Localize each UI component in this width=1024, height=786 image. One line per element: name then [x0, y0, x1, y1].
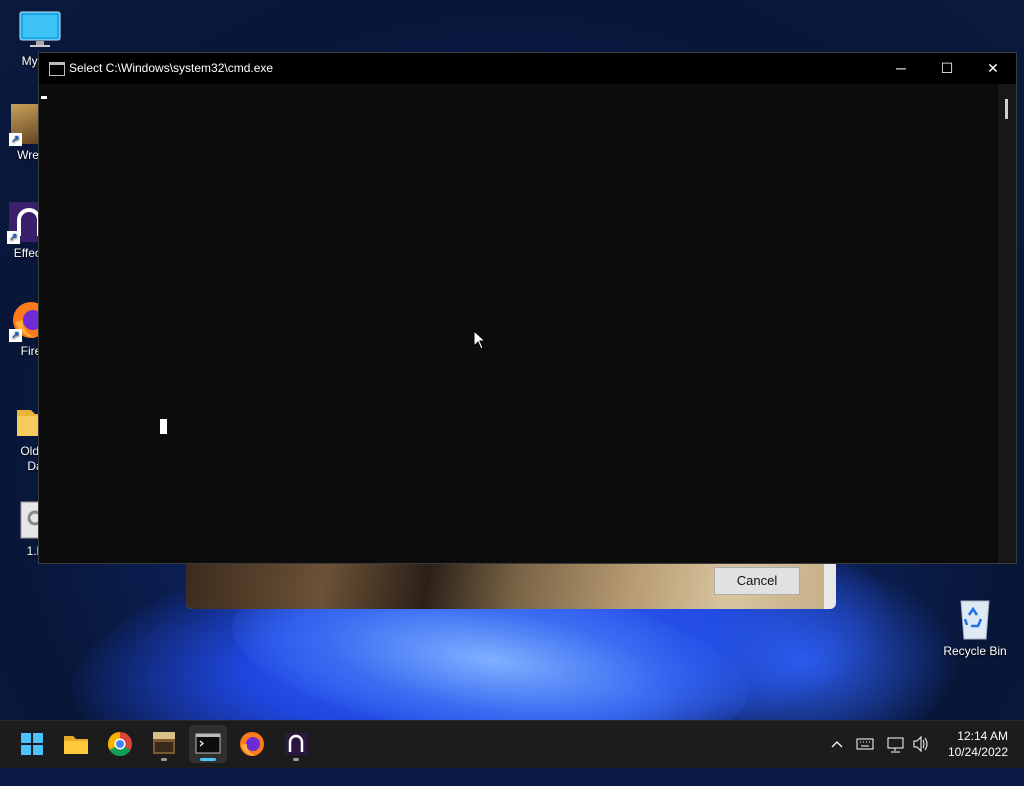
firefox-icon — [240, 732, 264, 756]
running-indicator — [293, 758, 299, 761]
cmd-title-bar[interactable]: Select C:\Windows\system32\cmd.exe ─ ☐ ✕ — [39, 53, 1016, 84]
network-icon — [887, 737, 904, 753]
text-cursor — [160, 419, 167, 434]
chevron-up-icon — [831, 741, 843, 748]
maximize-button[interactable]: ☐ — [924, 53, 970, 84]
keyboard-icon — [856, 738, 874, 750]
show-hidden-icons-button[interactable] — [828, 721, 846, 767]
volume-button[interactable] — [911, 721, 931, 767]
console-app-icon — [49, 62, 65, 76]
chrome-icon — [107, 732, 132, 757]
taskbar: 12:14 AM 10/24/2022 — [0, 720, 1024, 768]
window-title: Select C:\Windows\system32\cmd.exe — [69, 61, 274, 75]
taskbar-game[interactable] — [145, 725, 183, 763]
taskbar-arch-app[interactable] — [277, 725, 315, 763]
selection-caret — [41, 96, 47, 99]
shortcut-arrow-icon: ↗ — [9, 329, 22, 342]
vertical-scrollbar[interactable] — [998, 84, 1016, 563]
console-area[interactable] — [39, 84, 998, 563]
clock-time: 12:14 AM — [957, 729, 1008, 743]
clock-date: 10/24/2022 — [947, 745, 1008, 759]
windows-start-icon — [21, 733, 43, 755]
taskbar-cmd[interactable] — [189, 725, 227, 763]
mouse-pointer-icon — [473, 330, 487, 350]
cmd-window[interactable]: Select C:\Windows\system32\cmd.exe ─ ☐ ✕ — [38, 52, 1017, 564]
monitor-icon — [19, 10, 61, 50]
desktop-icon-recycle-bin[interactable]: Recycle Bin — [940, 595, 1010, 658]
recycle-bin-label: Recycle Bin — [943, 644, 1007, 658]
speaker-icon — [913, 735, 928, 753]
taskbar-chrome[interactable] — [101, 725, 139, 763]
system-clock[interactable]: 12:14 AM 10/24/2022 — [948, 728, 1008, 760]
close-button[interactable]: ✕ — [970, 53, 1016, 84]
running-indicator — [161, 758, 167, 761]
scrollbar-thumb[interactable] — [1005, 99, 1008, 119]
shortcut-arrow-icon: ↗ — [7, 231, 20, 244]
keyboard-button[interactable] — [855, 721, 875, 767]
active-indicator — [200, 758, 216, 761]
shortcut-arrow-icon: ↗ — [9, 133, 22, 146]
network-button[interactable] — [886, 721, 906, 767]
folder-icon — [64, 736, 88, 754]
recycle-bin-icon — [960, 600, 990, 640]
start-button[interactable] — [13, 725, 51, 763]
taskbar-firefox[interactable] — [233, 725, 271, 763]
minimize-button[interactable]: ─ — [878, 53, 924, 84]
cancel-button[interactable]: Cancel — [714, 567, 800, 595]
taskbar-file-explorer[interactable] — [57, 725, 95, 763]
